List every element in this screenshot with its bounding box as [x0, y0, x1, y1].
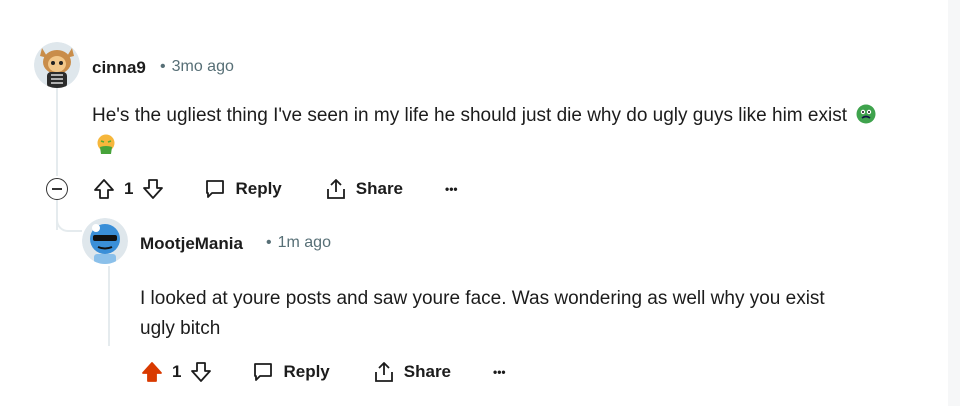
comment-author[interactable]: MootjeMania: [140, 234, 243, 254]
nauseated-face-emoji: [856, 104, 876, 124]
comment-bubble-icon: [251, 360, 275, 384]
page-edge: [948, 0, 960, 406]
vote-group: 1: [92, 177, 165, 201]
vote-group: 1: [140, 360, 213, 384]
meta-separator: •: [266, 234, 272, 251]
more-icon: •••: [493, 365, 506, 379]
vomiting-face-emoji: [97, 134, 115, 154]
thread-line-reply: [108, 266, 110, 346]
more-options-button[interactable]: •••: [445, 182, 458, 196]
reply-button[interactable]: Reply: [251, 360, 330, 384]
reply-button[interactable]: Reply: [203, 177, 282, 201]
share-button[interactable]: Share: [372, 360, 451, 384]
meta-separator: •: [160, 58, 166, 75]
share-button[interactable]: Share: [324, 177, 403, 201]
more-icon: •••: [445, 182, 458, 196]
comment-bubble-icon: [203, 177, 227, 201]
share-icon: [372, 360, 396, 384]
reply-label: Reply: [235, 179, 282, 198]
thread-line-branch: [56, 218, 82, 232]
more-options-button[interactable]: •••: [493, 365, 506, 379]
share-label: Share: [355, 179, 404, 198]
upvote-icon-active[interactable]: [140, 360, 164, 384]
avatar[interactable]: [82, 218, 128, 264]
collapse-thread-button[interactable]: [46, 178, 68, 200]
share-label: Share: [403, 362, 452, 381]
thread-line-vertical: [56, 88, 58, 176]
comment-meta: • 1m ago: [266, 234, 331, 252]
downvote-icon[interactable]: [189, 360, 213, 384]
comment-body: He's the ugliest thing I've seen in my l…: [92, 101, 892, 161]
avatar[interactable]: [34, 42, 80, 88]
comment-text-line: ugly bitch: [140, 318, 221, 339]
comment-text: He's the ugliest thing I've seen in my l…: [92, 105, 847, 126]
comment-actions: 1 Reply Share •••: [92, 174, 458, 204]
upvote-icon[interactable]: [92, 177, 116, 201]
comment-author[interactable]: cinna9: [92, 58, 146, 78]
comment-body: I looked at youre posts and saw youre fa…: [140, 284, 940, 344]
reply-label: Reply: [283, 362, 330, 381]
vote-count: 1: [124, 179, 134, 198]
comment-text-line: I looked at youre posts and saw youre fa…: [140, 288, 825, 309]
comment-timestamp[interactable]: 1m ago: [278, 234, 331, 251]
comment-actions: 1 Reply Share •••: [140, 357, 506, 387]
comment-meta: • 3mo ago: [160, 58, 234, 76]
share-icon: [324, 177, 348, 201]
comment-timestamp[interactable]: 3mo ago: [172, 58, 234, 75]
vote-count: 1: [172, 362, 182, 381]
downvote-icon[interactable]: [141, 177, 165, 201]
